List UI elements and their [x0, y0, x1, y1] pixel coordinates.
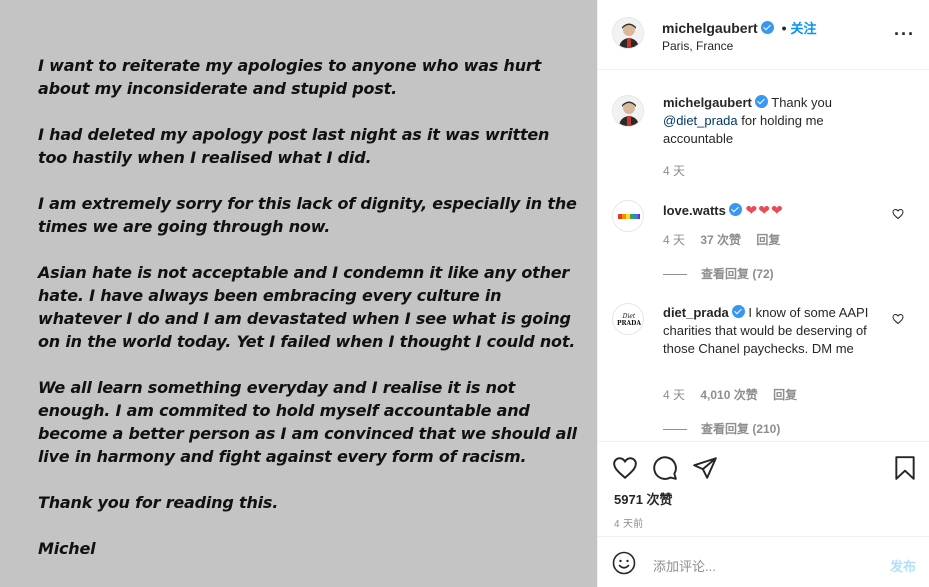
comment-input[interactable]: 添加评论...: [653, 556, 716, 575]
like-heart-icon[interactable]: [612, 455, 638, 481]
verified-badge-icon: [731, 305, 745, 318]
view-replies-button[interactable]: 查看回复 (72): [663, 265, 774, 282]
comment-meta: 4 天: [663, 162, 697, 179]
comment-item: Diet PRADA diet_prada I know of some AAP…: [598, 303, 929, 441]
comment-like-heart-icon[interactable]: [892, 313, 904, 325]
author-line: michelgaubert • 关注: [662, 18, 817, 37]
add-comment-bar: 添加评论... 发布: [598, 536, 929, 587]
comment-item: love.watts ❤❤❤ 4 天 37 次赞 回复 查看回复 (72): [598, 198, 929, 288]
reply-button[interactable]: 回复: [773, 388, 797, 402]
view-replies-label: 查看回复 (72): [701, 267, 774, 281]
bookmark-save-icon[interactable]: [892, 455, 918, 481]
comment-time[interactable]: 4 天: [663, 233, 685, 247]
post-paragraph: We all learn something everyday and I re…: [38, 378, 577, 466]
comment-bubble-icon[interactable]: [652, 455, 678, 481]
separator-dot: •: [781, 20, 787, 36]
author-username[interactable]: michelgaubert: [662, 20, 758, 36]
post-comment-button[interactable]: 发布: [890, 556, 916, 575]
post-paragraph: I had deleted my apology post last night…: [38, 125, 550, 167]
share-send-icon[interactable]: [692, 455, 718, 481]
follow-button[interactable]: 关注: [791, 21, 817, 36]
comment-body: love.watts ❤❤❤: [663, 201, 883, 220]
post-paragraph: Thank you for reading this.: [38, 493, 279, 512]
commenter-avatar[interactable]: [612, 200, 644, 232]
comment-text: ❤❤❤: [745, 202, 784, 218]
replies-divider: [663, 274, 687, 276]
likes-count[interactable]: 5971 次赞: [614, 489, 673, 508]
emoji-smile-icon[interactable]: [612, 551, 636, 575]
post-age[interactable]: 4 天前: [614, 515, 644, 530]
comments-list: michelgaubert Thank you @diet_prada for …: [598, 70, 929, 441]
author-avatar[interactable]: [612, 17, 644, 49]
post-paragraph: Asian hate is not acceptable and I conde…: [38, 263, 576, 351]
comment-meta: 4 天 37 次赞 回复: [663, 231, 780, 248]
post-actions: 5971 次赞 4 天前: [598, 441, 929, 536]
more-horizontal-icon[interactable]: ···: [894, 24, 915, 45]
comment-like-heart-icon[interactable]: [892, 208, 904, 220]
comment-text: Thank you: [771, 95, 832, 110]
post-sidebar: michelgaubert • 关注 Paris, France ··· mich…: [597, 0, 929, 587]
comment-meta: 4 天 4,010 次赞 回复: [663, 386, 797, 403]
comment-time[interactable]: 4 天: [663, 388, 685, 402]
reply-button[interactable]: 回复: [756, 233, 780, 247]
svg-text:Diet: Diet: [622, 313, 636, 320]
verified-badge-icon: [728, 203, 742, 216]
commenter-avatar[interactable]: [612, 95, 644, 127]
post-image: I want to reiterate my apologies to anyo…: [0, 0, 597, 587]
post-paragraph: I am extremely sorry for this lack of di…: [38, 194, 577, 236]
comment-item: michelgaubert Thank you @diet_prada for …: [598, 90, 929, 190]
commenter-avatar[interactable]: Diet PRADA: [612, 303, 644, 335]
replies-divider: [663, 429, 687, 431]
comment-likes[interactable]: 4,010 次赞: [700, 388, 757, 402]
post-header: michelgaubert • 关注 Paris, France ···: [598, 0, 929, 70]
comment-username[interactable]: michelgaubert: [663, 95, 752, 110]
comment-body: diet_prada I know of some AAPI charities…: [663, 304, 883, 358]
verified-badge-icon: [754, 95, 768, 108]
comment-username[interactable]: love.watts: [663, 203, 726, 218]
comment-username[interactable]: diet_prada: [663, 305, 729, 320]
view-replies-label: 查看回复 (210): [701, 422, 781, 436]
comment-likes[interactable]: 37 次赞: [700, 233, 741, 247]
comment-mention[interactable]: @diet_prada: [663, 113, 738, 128]
post-text: I want to reiterate my apologies to anyo…: [38, 54, 583, 583]
prada-logo-text: PRADA: [617, 320, 641, 327]
post-location[interactable]: Paris, France: [662, 39, 733, 53]
post-paragraph: I want to reiterate my apologies to anyo…: [38, 56, 542, 98]
view-replies-button[interactable]: 查看回复 (210): [663, 420, 780, 437]
post-signature: Michel: [38, 539, 96, 558]
comment-body: michelgaubert Thank you @diet_prada for …: [663, 94, 883, 148]
verified-badge-icon: [760, 21, 774, 34]
comment-time[interactable]: 4 天: [663, 164, 685, 178]
